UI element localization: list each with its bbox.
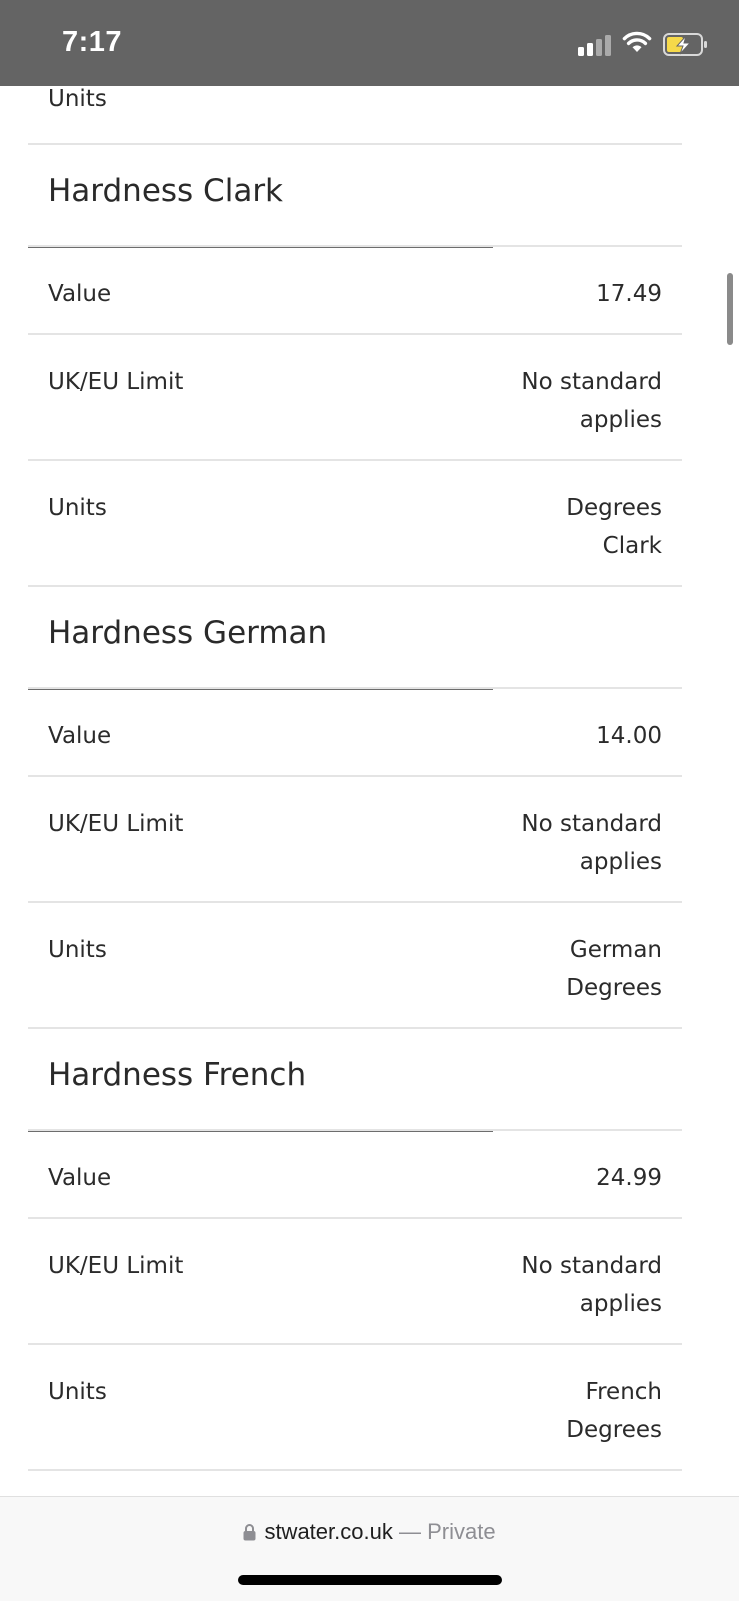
row-label: Value [48, 723, 112, 749]
cellular-signal-icon [578, 34, 614, 56]
row-value-line: Degrees [566, 495, 662, 521]
row-value-line: French [585, 1379, 662, 1405]
section-hardness-clark: Hardness Clark Value 17.49 UK/EU Limit N… [28, 143, 682, 585]
table-row-value: Value 24.99 [28, 1129, 682, 1217]
url-domain: stwater.co.uk [264, 1519, 393, 1544]
row-value-line: applies [579, 849, 662, 875]
row-label: Value [48, 281, 112, 307]
row-value: 17.49 [422, 275, 662, 313]
row-label: UK/EU Limit [48, 369, 184, 395]
address-display[interactable]: stwater.co.uk — Private [0, 1519, 739, 1545]
previous-row-fragment: Units [28, 86, 682, 143]
wifi-icon [622, 31, 652, 52]
row-label: Value [48, 1165, 112, 1191]
row-value-line: 14.00 [596, 723, 662, 749]
section-hardness-french: Hardness French Value 24.99 UK/EU Limit … [28, 1027, 682, 1469]
row-label: UK/EU Limit [48, 811, 184, 837]
table-row-units: Units Degrees Clark [28, 459, 682, 585]
section-header: Hardness German [28, 585, 682, 690]
row-value-line: applies [579, 1291, 662, 1317]
table-row-limit: UK/EU Limit No standard applies [28, 775, 682, 901]
row-value: French Degrees [422, 1373, 662, 1449]
row-value-line: 17.49 [596, 281, 662, 307]
row-value-line: Clark [602, 533, 662, 559]
private-mode-label: Private [427, 1519, 496, 1544]
home-indicator[interactable] [238, 1575, 502, 1585]
battery-charging-icon [663, 33, 707, 56]
row-value-line: Degrees [566, 1417, 662, 1443]
row-label: Units [48, 937, 107, 963]
row-value-line: No standard [521, 1253, 662, 1279]
section-title: Hardness Clark [48, 173, 284, 209]
table-row-value: Value 14.00 [28, 687, 682, 775]
table-row-units: Units German Degrees [28, 901, 682, 1027]
row-label: Units [48, 495, 107, 521]
row-label: UK/EU Limit [48, 1253, 184, 1279]
row-value-line: 24.99 [596, 1165, 662, 1191]
table-row-limit: UK/EU Limit No standard applies [28, 333, 682, 459]
section-hardness-german: Hardness German Value 14.00 UK/EU Limit … [28, 585, 682, 1027]
row-label: Units [48, 1379, 107, 1405]
status-bar: 7:17 [0, 0, 739, 86]
section-header: Hardness Clark [28, 143, 682, 248]
lock-icon [243, 1524, 256, 1541]
table-row-limit: UK/EU Limit No standard applies [28, 1217, 682, 1343]
row-value: No standard applies [422, 1247, 662, 1323]
row-value: No standard applies [422, 805, 662, 881]
row-value-line: applies [579, 407, 662, 433]
row-label: Units [48, 86, 107, 112]
row-value: 14.00 [422, 717, 662, 755]
water-quality-table: Units Hardness Clark Value 17.49 UK/EU L… [28, 86, 682, 1471]
scrollbar-thumb[interactable] [727, 273, 733, 345]
row-value: Degrees Clark [422, 489, 662, 565]
row-value-line: German [569, 937, 662, 963]
row-value: No standard applies [422, 363, 662, 439]
browser-url-bar[interactable]: stwater.co.uk — Private [0, 1496, 739, 1601]
url-separator: — [398, 1519, 421, 1544]
status-time: 7:17 [62, 26, 123, 58]
section-header: Hardness French [28, 1027, 682, 1132]
row-value-line: Degrees [566, 975, 662, 1001]
row-value-line: No standard [521, 369, 662, 395]
row-value: German Degrees [422, 931, 662, 1007]
section-title: Hardness German [48, 615, 328, 651]
table-end-divider [28, 1469, 682, 1471]
table-row-value: Value 17.49 [28, 245, 682, 333]
row-value-line: No standard [521, 811, 662, 837]
table-row-units: Units French Degrees [28, 1343, 682, 1469]
row-value: 24.99 [422, 1159, 662, 1197]
section-title: Hardness French [48, 1057, 307, 1093]
